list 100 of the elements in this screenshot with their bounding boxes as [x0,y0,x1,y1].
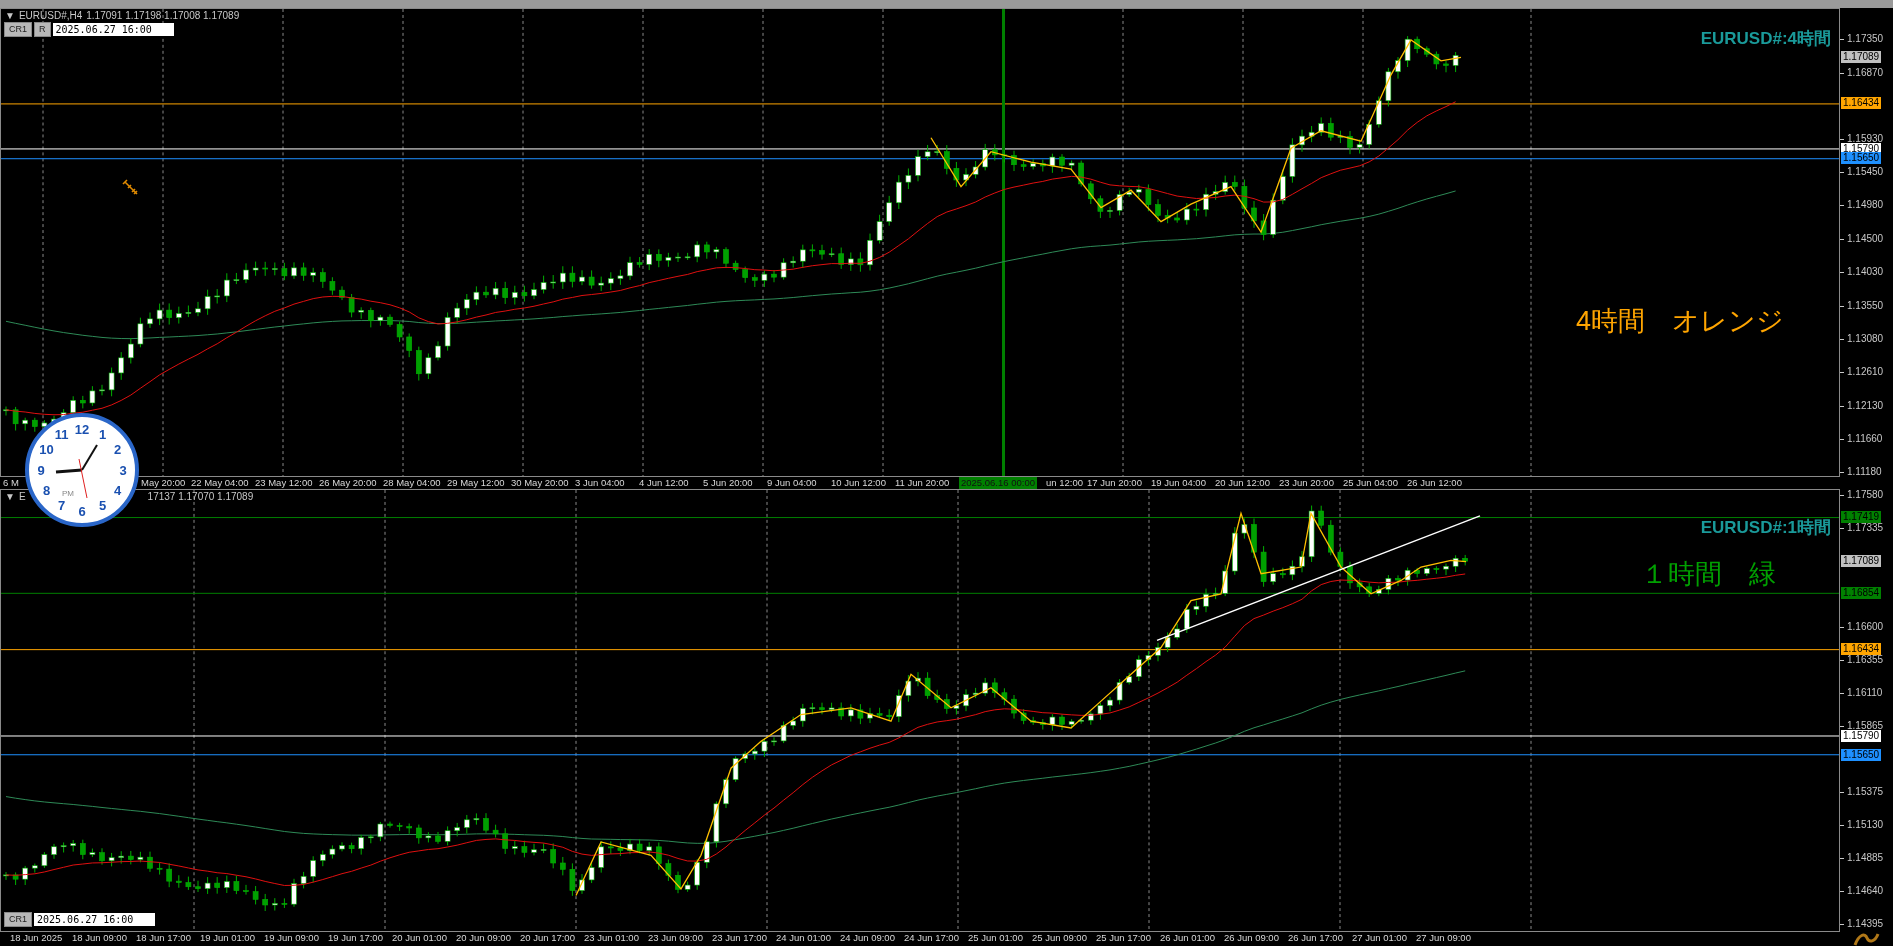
clock-numeral: 2 [113,442,122,457]
symbol-label: E [18,491,26,502]
clock-numeral: 5 [98,498,107,513]
time-label: 23 Jun 09:00 [648,932,703,944]
clock-numeral: 4 [113,483,122,498]
price-tick-label: 1.17580 [1840,489,1884,501]
price-tick-label: 1.17350 [1840,33,1884,45]
time-label: 24 Jun 09:00 [840,932,895,944]
ohlc-prices: 17137 1.17070 1.17089 [147,491,254,502]
clock-hands-drawing [55,444,98,499]
price-tick-label: 1.15130 [1840,819,1884,831]
clock-numeral: 7 [57,498,66,513]
time-label: 18 Jun 09:00 [72,932,127,944]
price-tick-label: 1.14395 [1840,918,1884,930]
clock-numeral: 8 [42,483,51,498]
time-label: 19 Jun 17:00 [328,932,383,944]
time-label: 29 May 12:00 [447,477,505,489]
price-tick-label: 1.13550 [1840,299,1884,312]
price-tick-label: 1.11180 [1840,466,1882,479]
price-tick-label: 1.16355 [1840,654,1884,666]
time-label: 27 Jun 01:00 [1352,932,1407,944]
time-label: 24 Jun 17:00 [904,932,959,944]
clock-numeral: 11 [54,427,69,442]
time-label: 3 Jun 04:00 [575,477,625,489]
date-field[interactable]: 2025.06.27 16:00 [34,913,155,926]
time-label: 20 Jun 09:00 [456,932,511,944]
time-label: 26 Jun 17:00 [1288,932,1343,944]
time-label: 25 Jun 04:00 [1343,477,1398,489]
price-tick-label: 1.15375 [1840,786,1884,798]
price-tag: 1.16434 [1841,643,1882,656]
time-label: 19 Jun 09:00 [264,932,319,944]
price-tick-label: 1.16870 [1840,66,1884,79]
price-tick-label: 1.12610 [1840,365,1884,378]
clock-period-label: PM [62,489,74,498]
chart-note: １時間 緑 [1641,558,1776,591]
time-label: 6 M [3,477,19,489]
clock-numeral: 12 [74,421,90,437]
time-label: 26 Jun 12:00 [1407,477,1462,489]
price-tick-label: 1.17335 [1840,522,1884,534]
time-label: 27 Jun 09:00 [1416,932,1471,944]
time-label: 24 Jun 01:00 [776,932,831,944]
time-label: 23 Jun 20:00 [1279,477,1334,489]
price-tick-label: 1.13080 [1840,332,1884,345]
price-tag: 1.17089 [1841,51,1882,64]
time-label: 26 May 20:00 [319,477,377,489]
price-tick-label: 1.14500 [1840,233,1884,246]
price-tick-label: 1.16600 [1840,621,1884,633]
time-label: 22 May 04:00 [191,477,249,489]
time-label: 19 Jun 04:00 [1151,477,1206,489]
clock-numeral: 3 [119,462,127,478]
price-tick-label: 1.14980 [1840,199,1884,212]
price-tick-label: 1.16110 [1840,687,1883,699]
time-label: 20 Jun 12:00 [1215,477,1270,489]
clock-numeral: 1 [98,427,107,442]
logo-icon [1851,932,1881,946]
price-tick-label: 1.15450 [1840,166,1884,179]
time-label: 19 Jun 01:00 [200,932,255,944]
price-tick-label: 1.15930 [1840,132,1884,145]
date-field[interactable]: 2025.06.27 16:00 [52,23,174,36]
time-label: 23 May 12:00 [255,477,313,489]
toolbar-button[interactable]: CR1 [4,22,32,37]
time-label: 4 Jun 12:00 [639,477,689,489]
price-tick-label: 1.14030 [1840,266,1884,279]
symbol-label: EURUSD#,H4 [18,10,83,21]
price-tick-label: 1.15865 [1840,720,1884,732]
time-label: 30 May 20:00 [511,477,569,489]
price-tag: 1.16854 [1841,586,1882,599]
chart-note: 4時間 オレンジ [1576,305,1785,338]
time-label: 25 Jun 01:00 [968,932,1023,944]
time-label: 23 Jun 01:00 [584,932,639,944]
price-tag: 1.15650 [1841,748,1882,761]
time-label: 5 Jun 20:00 [703,477,753,489]
price-tick-label: 1.11660 [1840,432,1883,445]
price-tag: 1.16434 [1841,97,1882,110]
satellite-icon [122,179,140,197]
time-label: 23 Jun 17:00 [712,932,767,944]
time-label: 26 Jun 01:00 [1160,932,1215,944]
collapse-arrow[interactable]: ▼ [5,10,15,21]
time-label: 28 May 04:00 [383,477,441,489]
time-label: 25 Jun 17:00 [1096,932,1151,944]
price-tick-label: 1.12130 [1840,399,1884,412]
time-label: May 20:00 [141,477,186,489]
time-label: 2025.06.16 00:00 [959,477,1037,489]
clock-numeral: 6 [78,503,86,519]
time-label: 26 Jun 09:00 [1224,932,1279,944]
price-tick-label: 1.14640 [1840,885,1884,897]
clock-numeral: 10 [39,442,54,457]
price-tick-label: 1.14885 [1840,852,1884,864]
collapse-arrow[interactable]: ▼ [5,491,15,502]
time-label: 17 Jun 20:00 [1087,477,1142,489]
chart-title: EURUSD#:1時間 [1700,517,1831,539]
time-label: 18 Jun 17:00 [136,932,191,944]
toolbar-button[interactable]: R [34,22,51,37]
price-tag: 1.15650 [1841,152,1882,165]
toolbar-button[interactable]: CR1 [4,912,32,927]
time-label: 25 Jun 09:00 [1032,932,1087,944]
time-label: 10 Jun 12:00 [831,477,886,489]
time-label: un 12:00 [1046,477,1083,489]
time-label: 11 Jun 20:00 [895,477,950,489]
time-label: 20 Jun 17:00 [520,932,575,944]
